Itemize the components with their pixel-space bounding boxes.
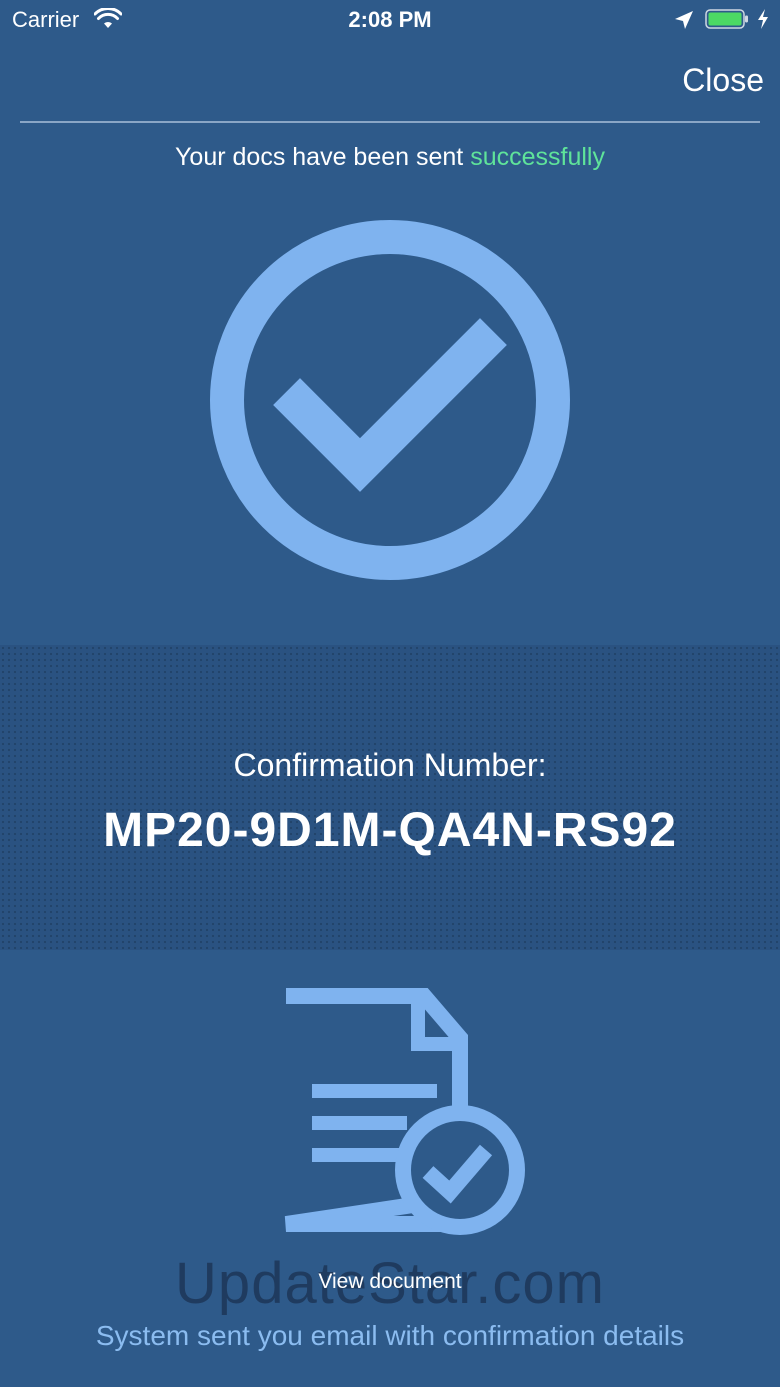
view-document-link[interactable]: View document [0,1270,780,1294]
confirmation-panel: Confirmation Number: MP20-9D1M-QA4N-RS92 [0,645,780,950]
close-button[interactable]: Close [682,62,764,99]
status-time: 2:08 PM [348,7,432,32]
battery-icon [705,9,748,29]
send-status-headline: Your docs have been sent successfully [0,143,780,172]
status-bar: Carrier 2:08 PM [0,0,780,40]
headline-prefix: Your docs have been sent [175,143,471,171]
email-confirmation-note: System sent you email with confirmation … [95,1320,685,1351]
location-arrow-icon [675,11,693,29]
confirmation-number: MP20-9D1M-QA4N-RS92 [103,804,677,857]
check-circle-icon [210,220,570,580]
headline-success-word: successfully [470,143,605,171]
confirmation-label: Confirmation Number: [233,747,547,783]
document-check-icon[interactable] [278,988,534,1242]
header-divider [20,121,760,123]
charging-bolt-icon [758,9,768,29]
